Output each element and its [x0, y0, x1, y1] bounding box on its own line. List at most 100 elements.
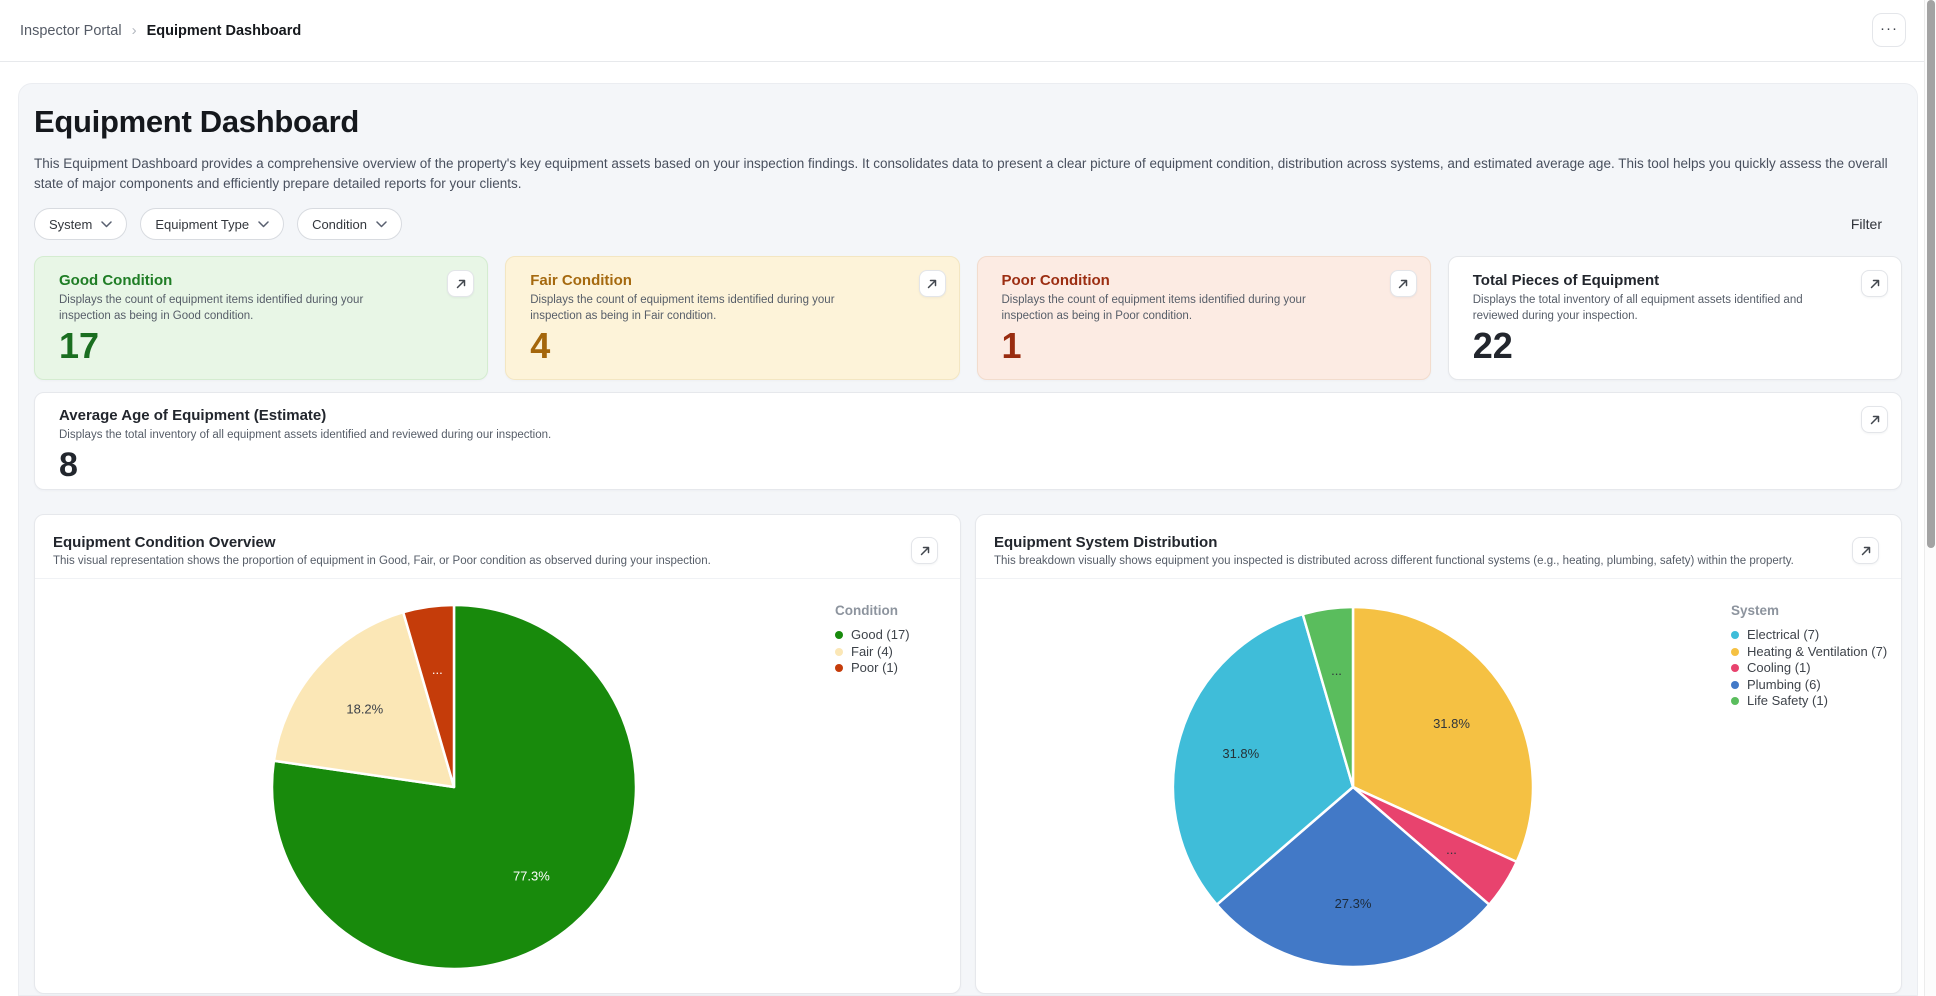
equipment-condition-overview-card: Equipment Condition Overview This visual…: [34, 514, 961, 994]
equipment-type-filter-dropdown[interactable]: Equipment Type: [140, 208, 284, 240]
chart-description: This visual representation shows the pro…: [53, 555, 942, 567]
expand-arrow-button[interactable]: [1852, 537, 1879, 564]
pie-slice-label: 31.8%: [1433, 716, 1470, 731]
chevron-right-icon: ›: [132, 22, 137, 39]
arrow-up-right-icon: [1860, 545, 1872, 557]
breadcrumb: Inspector Portal › Equipment Dashboard: [0, 22, 301, 39]
legend-list: Good (17)Fair (4)Poor (1): [835, 627, 910, 677]
stat-card-total-equipment: Total Pieces of Equipment Displays the t…: [1448, 256, 1902, 380]
arrow-up-right-icon: [926, 278, 938, 290]
chart-row: Equipment Condition Overview This visual…: [34, 514, 1902, 994]
more-options-button[interactable]: ···: [1872, 13, 1906, 47]
stat-card-row: Good Condition Displays the count of equ…: [34, 256, 1902, 380]
page-title: Equipment Dashboard: [34, 104, 1902, 140]
expand-arrow-button[interactable]: [447, 270, 474, 297]
chart-title: Equipment Condition Overview: [53, 534, 942, 551]
condition-filter-label: Condition: [312, 217, 367, 232]
pie-slice-label: 77.3%: [513, 869, 550, 884]
legend-item[interactable]: Life Safety (1): [1731, 693, 1887, 710]
stat-card-description: Displays the total inventory of all equi…: [59, 428, 1877, 444]
pie-slice-label: ...: [1446, 842, 1457, 857]
pie-slice-label: ...: [432, 662, 443, 677]
legend-dot-icon: [835, 631, 843, 639]
legend-label: Fair (4): [851, 644, 893, 661]
stat-card-description: Displays the count of equipment items id…: [530, 293, 882, 324]
chart-body: 77.3% 18.2%... Condition Good (17)Fair (4…: [35, 579, 960, 986]
stat-card-poor-condition: Poor Condition Displays the count of equ…: [977, 256, 1431, 380]
stat-card-fair-condition: Fair Condition Displays the count of equ…: [505, 256, 959, 380]
equipment-system-distribution-card: Equipment System Distribution This break…: [975, 514, 1902, 994]
vertical-scrollbar[interactable]: [1924, 0, 1936, 996]
condition-pie-chart: 77.3% 18.2%...: [264, 597, 644, 977]
legend-item[interactable]: Good (17): [835, 627, 910, 644]
top-navigation-bar: Inspector Portal › Equipment Dashboard ·…: [0, 0, 1936, 62]
expand-arrow-button[interactable]: [911, 537, 938, 564]
stat-card-title: Poor Condition: [1002, 272, 1406, 289]
pie-slice-label: 18.2%: [346, 701, 383, 716]
chevron-down-icon: [101, 221, 112, 228]
pie-slice-label: ...: [1331, 663, 1342, 678]
expand-arrow-button[interactable]: [919, 270, 946, 297]
breadcrumb-current-page: Equipment Dashboard: [147, 23, 302, 39]
legend-item[interactable]: Plumbing (6): [1731, 677, 1887, 694]
condition-legend: Condition Good (17)Fair (4)Poor (1): [835, 603, 910, 677]
legend-dot-icon: [1731, 631, 1739, 639]
stat-card-title: Total Pieces of Equipment: [1473, 272, 1877, 289]
system-filter-dropdown[interactable]: System: [34, 208, 127, 240]
equipment-type-filter-label: Equipment Type: [155, 217, 249, 232]
arrow-up-right-icon: [1869, 414, 1881, 426]
condition-filter-dropdown[interactable]: Condition: [297, 208, 402, 240]
chevron-down-icon: [258, 221, 269, 228]
stat-card-title: Good Condition: [59, 272, 463, 289]
legend-dot-icon: [1731, 664, 1739, 672]
system-pie-chart: 31.8%...27.3%31.8%...: [1163, 597, 1543, 977]
chart-body: 31.8%...27.3%31.8%... System Electrical …: [976, 579, 1901, 986]
legend-label: Poor (1): [851, 660, 898, 677]
legend-title: System: [1731, 603, 1887, 618]
legend-item[interactable]: Electrical (7): [1731, 627, 1887, 644]
stat-card-value: 22: [1473, 328, 1877, 364]
legend-dot-icon: [1731, 648, 1739, 656]
dashboard-panel: Equipment Dashboard This Equipment Dashb…: [18, 83, 1918, 996]
scrollbar-thumb[interactable]: [1927, 0, 1935, 548]
expand-arrow-button[interactable]: [1390, 270, 1417, 297]
stat-card-good-condition: Good Condition Displays the count of equ…: [34, 256, 488, 380]
legend-item[interactable]: Fair (4): [835, 644, 910, 661]
filter-button[interactable]: Filter: [1851, 216, 1902, 232]
stat-card-value: 4: [530, 328, 934, 364]
stat-card-title: Fair Condition: [530, 272, 934, 289]
legend-item[interactable]: Heating & Ventilation (7): [1731, 644, 1887, 661]
breadcrumb-inspector-portal[interactable]: Inspector Portal: [20, 23, 122, 39]
stat-card-value: 17: [59, 328, 463, 364]
chart-title: Equipment System Distribution: [994, 534, 1883, 551]
stat-card-average-age: Average Age of Equipment (Estimate) Disp…: [34, 392, 1902, 490]
legend-label: Life Safety (1): [1747, 693, 1828, 710]
legend-dot-icon: [1731, 681, 1739, 689]
arrow-up-right-icon: [1869, 278, 1881, 290]
stat-card-title: Average Age of Equipment (Estimate): [59, 407, 1877, 424]
legend-label: Plumbing (6): [1747, 677, 1821, 694]
page-description: This Equipment Dashboard provides a comp…: [34, 154, 1890, 193]
expand-arrow-button[interactable]: [1861, 406, 1888, 433]
chart-card-header: Equipment System Distribution This break…: [976, 515, 1901, 579]
chart-card-header: Equipment Condition Overview This visual…: [35, 515, 960, 579]
filter-row: System Equipment Type Condition Filter: [34, 208, 1902, 240]
chart-description: This breakdown visually shows equipment …: [994, 555, 1883, 567]
legend-dot-icon: [835, 648, 843, 656]
legend-item[interactable]: Cooling (1): [1731, 660, 1887, 677]
expand-arrow-button[interactable]: [1861, 270, 1888, 297]
legend-item[interactable]: Poor (1): [835, 660, 910, 677]
legend-title: Condition: [835, 603, 910, 618]
pie-slice-label: 31.8%: [1222, 746, 1259, 761]
legend-list: Electrical (7)Heating & Ventilation (7)C…: [1731, 627, 1887, 710]
stat-card-description: Displays the count of equipment items id…: [1002, 293, 1354, 324]
legend-dot-icon: [1731, 697, 1739, 705]
stat-card-description: Displays the count of equipment items id…: [59, 293, 411, 324]
chevron-down-icon: [376, 221, 387, 228]
legend-label: Heating & Ventilation (7): [1747, 644, 1887, 661]
arrow-up-right-icon: [919, 545, 931, 557]
stat-card-value: 1: [1002, 328, 1406, 364]
stat-card-description: Displays the total inventory of all equi…: [1473, 293, 1825, 324]
system-legend: System Electrical (7)Heating & Ventilati…: [1731, 603, 1887, 710]
stat-card-value: 8: [59, 448, 1877, 482]
